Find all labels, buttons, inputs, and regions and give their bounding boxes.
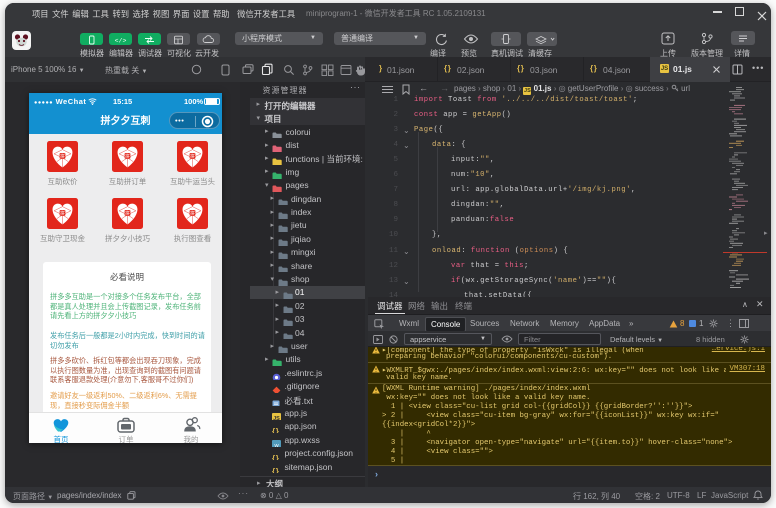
svg-text:</>: </> bbox=[115, 38, 127, 45]
svg-text:拼: 拼 bbox=[190, 210, 195, 217]
svg-text:拼: 拼 bbox=[190, 153, 195, 160]
svg-text:拼: 拼 bbox=[125, 153, 130, 160]
svg-text:拼: 拼 bbox=[60, 210, 65, 217]
svg-text:拼: 拼 bbox=[60, 153, 65, 160]
svg-text:拼: 拼 bbox=[125, 210, 130, 217]
